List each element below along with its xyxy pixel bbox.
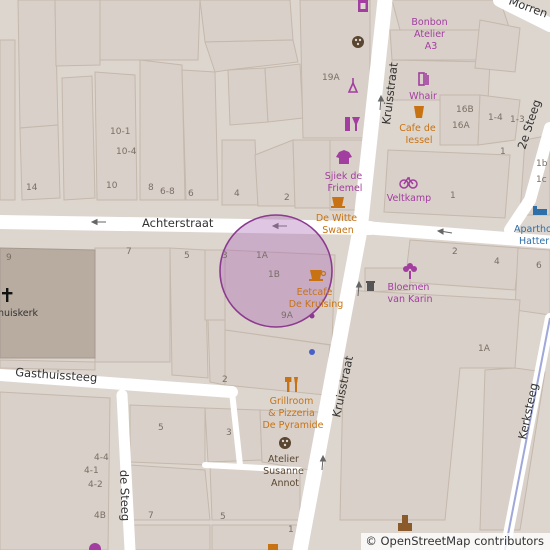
building	[129, 404, 206, 466]
cup-icon	[268, 544, 278, 550]
cake-icon	[358, 0, 368, 12]
house-number: 6	[536, 261, 542, 271]
building	[199, 0, 294, 43]
house-number: 14	[26, 183, 38, 193]
building	[129, 464, 211, 521]
house-number: 6	[188, 189, 194, 199]
building	[131, 524, 211, 550]
house-number: 1A	[256, 251, 269, 261]
house-number: 1b	[536, 159, 548, 169]
building	[17, 0, 59, 129]
poi-label-de-witte-swaen: De Witte Swaen	[316, 213, 360, 236]
building	[514, 247, 550, 316]
building	[61, 75, 96, 201]
house-number: 1	[500, 147, 506, 157]
map-point	[309, 349, 315, 355]
house-number: 2	[284, 193, 290, 203]
poi-label-church: Gasthuiskerk	[0, 308, 38, 319]
poi-label-bloemen: Bloemen van Karin	[388, 282, 433, 305]
house-number: 1	[450, 191, 456, 201]
building	[211, 524, 301, 550]
house-number: 1A	[478, 344, 491, 354]
house-number: 7	[126, 247, 132, 257]
building	[94, 247, 171, 363]
house-number: 10-1	[110, 127, 130, 137]
house-number: 10-4	[116, 147, 137, 157]
house-number: 3	[226, 428, 232, 438]
house-number: 9	[6, 253, 12, 263]
house-number: 9A	[281, 311, 294, 321]
bin-icon	[366, 281, 375, 291]
house-number: 4	[234, 189, 240, 199]
street-label-de-steeg: de Steeg	[117, 470, 133, 522]
house-number: 16A	[452, 121, 470, 131]
building	[439, 94, 481, 146]
house-number: 2	[222, 375, 228, 385]
house-number: 4-1	[84, 466, 99, 476]
attribution[interactable]: © OpenStreetMap contributors	[361, 533, 550, 550]
house-number: 3	[222, 251, 228, 261]
building	[474, 19, 521, 73]
house-number: 1	[288, 525, 294, 535]
building	[181, 69, 219, 201]
house-number: 1-4	[488, 113, 503, 123]
building	[221, 139, 259, 206]
poi-label-aparthotel: Apartho Hatter	[514, 224, 550, 247]
house-number: 4-2	[88, 480, 103, 490]
map-canvas[interactable]: Achterstraat Kruisstraat Kruisstraat Gas…	[0, 0, 550, 550]
house-number: 5	[158, 423, 164, 433]
building	[227, 67, 269, 126]
building	[139, 59, 186, 201]
palette-icon	[352, 36, 364, 48]
house-number: 1-3	[510, 115, 525, 125]
house-number: 7	[148, 511, 154, 521]
house-number: 19A	[322, 73, 340, 83]
copyright-symbol: ©	[365, 534, 377, 548]
street-label-achterstraat: Achterstraat	[142, 216, 214, 230]
building	[169, 247, 209, 379]
poi-label-sjiek: Sjiek de Friemel	[325, 171, 366, 194]
building	[99, 0, 201, 61]
house-number: 5	[220, 512, 226, 522]
house-number: 6-8	[160, 187, 175, 197]
house-number: 4B	[94, 511, 106, 521]
house-number: 4-4	[94, 453, 109, 463]
house-number: 16B	[456, 105, 474, 115]
poi-label-eetcafe: Eetcafe De Kruising	[289, 287, 344, 310]
house-number: 5	[184, 251, 190, 261]
palette-icon	[279, 437, 291, 449]
poi-label-grillroom: Grillroom & Pizzeria De Pyramide	[262, 396, 323, 431]
poi-label-veltkamp: Veltkamp	[387, 193, 431, 204]
building	[264, 63, 304, 123]
building	[0, 39, 16, 201]
poi-label-whair: Whair	[409, 91, 437, 102]
church-building	[0, 247, 96, 359]
house-number: 10	[106, 181, 118, 191]
building	[54, 0, 101, 67]
map-point	[309, 313, 315, 319]
house-number: 4	[494, 257, 500, 267]
house-number: 1c	[536, 175, 547, 185]
house-number: 1B	[268, 270, 280, 280]
building	[383, 149, 511, 219]
attribution-link[interactable]: OpenStreetMap contributors	[380, 534, 544, 548]
house-number: 8	[148, 183, 154, 193]
house-number: 2	[452, 247, 458, 257]
